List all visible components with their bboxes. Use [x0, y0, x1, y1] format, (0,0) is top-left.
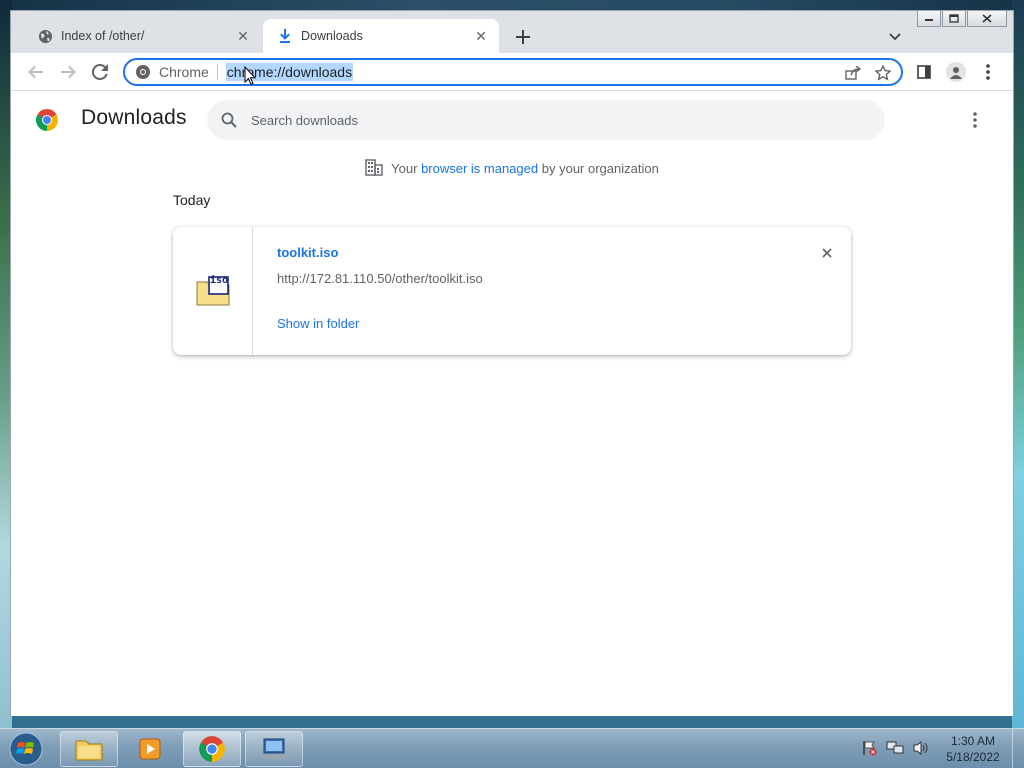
tab-search-chevron-icon[interactable]: [883, 25, 907, 49]
start-button[interactable]: [6, 730, 46, 768]
minimize-icon[interactable]: [917, 11, 941, 27]
search-bar[interactable]: [207, 100, 885, 140]
tab-index-of-other[interactable]: Index of /other/ ✕: [23, 19, 261, 53]
download-source-url[interactable]: http://172.81.110.50/other/toolkit.iso: [277, 271, 483, 286]
download-icon: [277, 28, 293, 44]
tab-title: Downloads: [301, 29, 363, 43]
taskbar-remote-desktop-icon[interactable]: [245, 731, 303, 767]
windows-taskbar: 1:30 AM 5/18/2022: [0, 728, 1024, 768]
download-file-name-link[interactable]: toolkit.iso: [277, 245, 338, 260]
close-icon[interactable]: [967, 11, 1007, 27]
taskbar-explorer-icon[interactable]: [60, 731, 118, 767]
downloads-menu-icon[interactable]: [963, 108, 987, 132]
tab-close-icon[interactable]: ✕: [233, 26, 253, 46]
mouse-cursor-icon: [244, 66, 256, 86]
profile-avatar-icon[interactable]: [943, 59, 969, 85]
address-bar[interactable]: Chrome chrome://downloads: [123, 58, 903, 86]
managed-suffix: by your organization: [541, 161, 659, 176]
system-tray: [860, 739, 930, 757]
managed-prefix: Your: [391, 161, 418, 176]
iso-icon-label: iso: [210, 275, 229, 286]
browser-menu-icon[interactable]: [975, 59, 1001, 85]
back-arrow-icon[interactable]: [23, 59, 49, 85]
show-desktop-button[interactable]: [1012, 729, 1024, 768]
tab-title: Index of /other/: [61, 29, 145, 43]
network-icon[interactable]: [886, 739, 904, 757]
bookmark-star-icon[interactable]: [873, 63, 893, 83]
downloads-page: Downloads Your browser is managed by you…: [11, 92, 1013, 716]
managed-link[interactable]: browser is managed: [421, 161, 538, 176]
action-center-flag-icon[interactable]: [860, 739, 878, 757]
omnibox-chip: Chrome: [159, 64, 218, 80]
download-item-card: toolkit.iso http://172.81.110.50/other/t…: [173, 227, 851, 355]
browser-window: Index of /other/ ✕ Downloads ✕ Chrome ch…: [10, 10, 1014, 716]
search-icon: [219, 110, 239, 130]
reload-icon[interactable]: [87, 59, 113, 85]
remove-download-close-icon[interactable]: [817, 243, 837, 263]
clock-time: 1:30 AM: [950, 734, 996, 748]
tab-strip: Index of /other/ ✕ Downloads ✕: [11, 11, 1013, 53]
chrome-page-icon: [135, 64, 151, 80]
new-tab-button[interactable]: [511, 25, 535, 49]
date-group-header: Today: [173, 192, 211, 208]
forward-arrow-icon[interactable]: [55, 59, 81, 85]
show-in-folder-link[interactable]: Show in folder: [277, 316, 359, 331]
volume-icon[interactable]: [912, 739, 930, 757]
browser-toolbar: Chrome chrome://downloads: [11, 53, 1013, 91]
globe-icon: [37, 28, 53, 44]
managed-notice: Your browser is managed by your organiza…: [11, 158, 1013, 179]
side-panel-icon[interactable]: [911, 59, 937, 85]
downloads-header: Downloads: [11, 92, 1013, 148]
page-title: Downloads: [81, 106, 187, 129]
chrome-logo-icon: [35, 108, 59, 132]
clock-date: 5/18/2022: [946, 750, 1000, 764]
building-icon: [365, 158, 383, 179]
maximize-icon[interactable]: [942, 11, 966, 27]
taskbar-clock[interactable]: 1:30 AM 5/18/2022: [938, 733, 1008, 765]
tab-close-icon[interactable]: ✕: [471, 26, 491, 46]
taskbar-media-player-icon[interactable]: [122, 731, 180, 767]
search-input[interactable]: [251, 112, 851, 128]
taskbar-chrome-icon[interactable]: [183, 731, 241, 767]
tab-downloads[interactable]: Downloads ✕: [263, 19, 499, 53]
share-icon[interactable]: [843, 63, 863, 83]
file-icon-column: [173, 227, 253, 355]
